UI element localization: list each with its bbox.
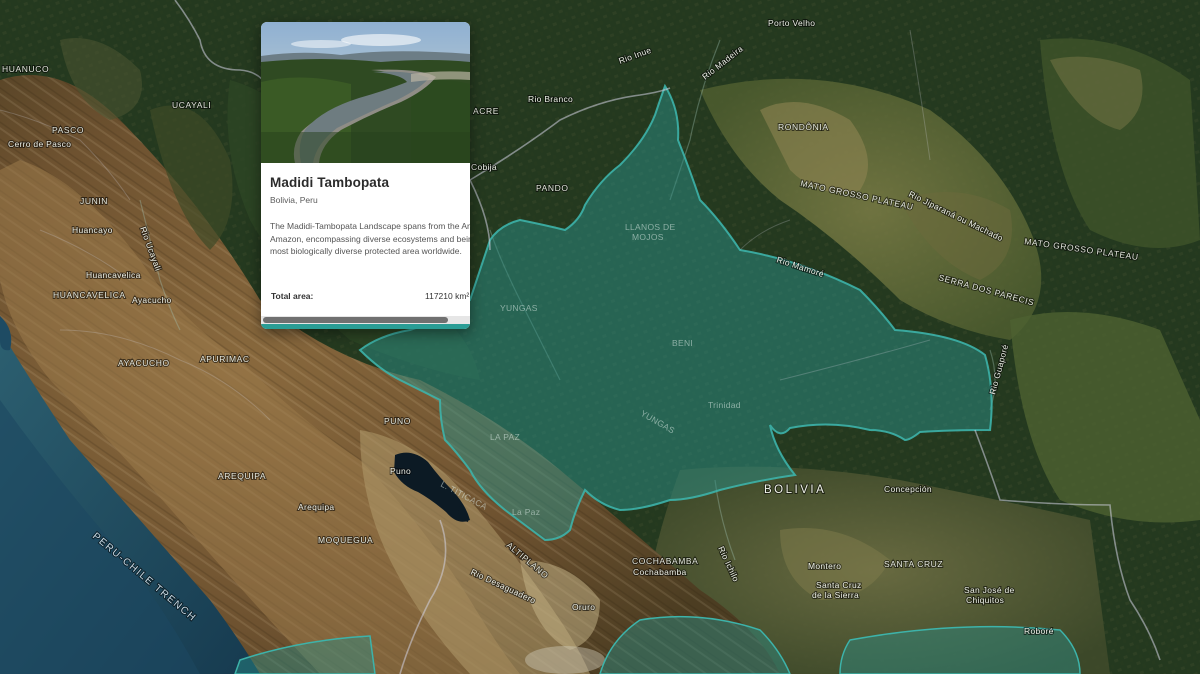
label-pasco: PASCO <box>52 125 84 135</box>
label-acre: ACRE <box>473 106 499 116</box>
label-trinidad: Trinidad <box>708 400 741 410</box>
label-rio-branco: Rio Branco <box>528 94 573 104</box>
label-arequipa: AREQUIPA <box>218 471 266 481</box>
label-la-paz: LA PAZ <box>490 432 520 442</box>
label-beni: BENI <box>672 338 693 348</box>
label-mojos: MOJOS <box>632 232 664 242</box>
label-ayacucho-city: Ayacucho <box>132 295 172 305</box>
popup-field-row: Total area: 117210 km² <box>271 291 470 303</box>
label-porto-velho: Porto Velho <box>768 18 815 28</box>
label-concepcion: Concepción <box>884 484 932 494</box>
label-arequipa-city: Arequipa <box>298 502 334 512</box>
label-apurimac: APURIMAC <box>200 354 250 364</box>
label-huancavelica-city: Huancavelica <box>86 270 141 280</box>
label-bolivia: BOLIVIA <box>764 484 826 496</box>
label-la-paz-city: La Paz <box>512 507 540 517</box>
label-huancayo: Huancayo <box>72 225 113 235</box>
label-puno: PUNO <box>384 416 411 426</box>
field-value: 117210 km² <box>425 291 470 301</box>
label-yungas-1: YUNGAS <box>500 303 538 313</box>
label-huancavelica: HUANCAVELICA <box>53 290 126 300</box>
label-ucayali: UCAYALI <box>172 100 211 110</box>
label-moquegua: MOQUEGUA <box>318 535 373 545</box>
label-pando: PANDO <box>536 183 569 193</box>
label-montero: Montero <box>808 561 841 571</box>
label-oruro: Oruro <box>572 602 595 612</box>
label-ayacucho: AYACUCHO <box>118 358 170 368</box>
label-cochabamba-city: Cochabamba <box>633 567 687 577</box>
label-san-jose-2: Chiquitos <box>966 595 1004 605</box>
label-cochabamba: COCHABAMBA <box>632 556 698 566</box>
label-cobija: Cobija <box>471 162 497 172</box>
label-huanuco: HUANUCO <box>2 64 49 74</box>
popup-description: The Madidi-Tambopata Landscape spans fro… <box>270 221 470 256</box>
label-san-jose-1: San José de <box>964 585 1015 595</box>
field-label: Total area: <box>271 291 314 301</box>
scrollbar-thumb[interactable] <box>263 317 448 323</box>
popup-accent-bar <box>261 324 470 329</box>
label-cerro-de-pasco: Cerro de Pasco <box>8 139 71 149</box>
satellite-map[interactable]: HUANUCO UCAYALI PASCO Cerro de Pasco JUN… <box>0 0 1200 674</box>
label-santa-cruz-city-2: de la Sierra <box>812 590 859 600</box>
label-santa-cruz-city-1: Santa Cruz <box>816 580 862 590</box>
label-rondonia: RONDÔNIA <box>778 122 829 132</box>
label-puno-city: Puno <box>390 466 411 476</box>
info-popup[interactable]: Madidi Tambopata Bolivia, Peru The Madid… <box>261 22 470 329</box>
label-santa-cruz: SANTA CRUZ <box>884 559 943 569</box>
label-robore: Roboré <box>1024 626 1054 636</box>
label-llanos: LLANOS DE <box>625 222 675 232</box>
label-junin: JUNIN <box>80 196 108 206</box>
horizontal-scrollbar[interactable] <box>261 316 470 324</box>
